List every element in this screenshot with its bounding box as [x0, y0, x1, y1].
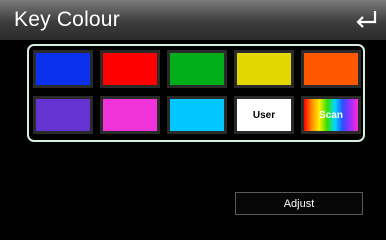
back-button[interactable]	[354, 7, 380, 33]
swatch-blue[interactable]	[33, 50, 93, 88]
swatch-orange[interactable]	[301, 50, 361, 88]
swatch-green[interactable]	[167, 50, 227, 88]
swatch-user[interactable]: User	[234, 96, 294, 134]
swatch-scan[interactable]: Scan	[301, 96, 361, 134]
swatch-yellow[interactable]	[234, 50, 294, 88]
swatch-magenta[interactable]	[100, 96, 160, 134]
header-bar: Key Colour	[0, 0, 386, 40]
user-label: User	[252, 109, 276, 121]
swatch-red[interactable]	[100, 50, 160, 88]
adjust-button[interactable]: Adjust	[235, 192, 363, 215]
swatch-cyan[interactable]	[167, 96, 227, 134]
page-title: Key Colour	[14, 8, 120, 31]
scan-label: Scan	[319, 109, 343, 121]
back-arrow-icon	[356, 11, 377, 28]
swatch-purple[interactable]	[33, 96, 93, 134]
